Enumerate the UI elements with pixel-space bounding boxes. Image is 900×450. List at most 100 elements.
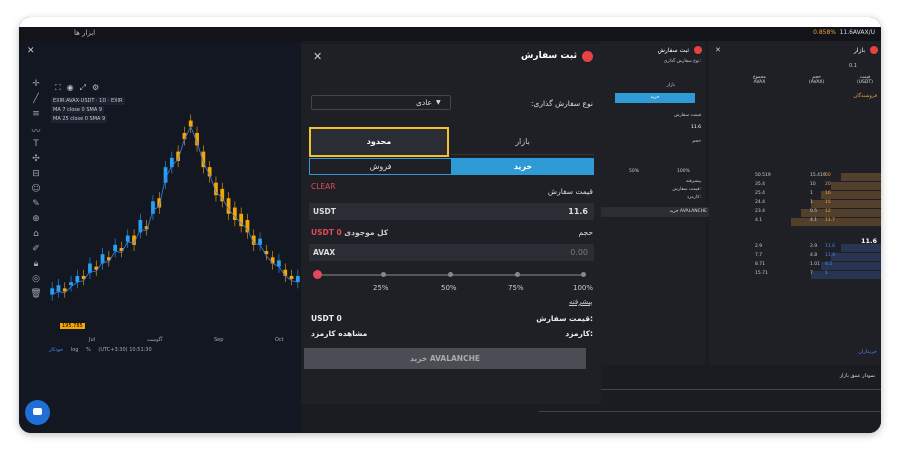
crosshair-icon[interactable]: ✛ bbox=[27, 79, 45, 94]
advanced-link[interactable]: پیشرفته bbox=[569, 298, 592, 306]
modal-title: ثبت سفارش bbox=[520, 51, 577, 61]
mid-advanced[interactable]: پیشرفته bbox=[686, 179, 701, 184]
tab-buy[interactable]: خرید bbox=[452, 158, 594, 175]
trash-icon[interactable]: 🗑︎ bbox=[27, 289, 45, 304]
price-input[interactable]: USDT 11.6 bbox=[309, 203, 594, 220]
ask-row[interactable]: 23.4 0.5 12 bbox=[715, 209, 881, 217]
book-cell: 35.4 bbox=[755, 182, 766, 187]
book-cell: 11.6 bbox=[825, 244, 836, 249]
slider-tick[interactable] bbox=[448, 272, 453, 277]
tab-limit[interactable]: محدود bbox=[309, 127, 449, 157]
slider-tick[interactable] bbox=[515, 272, 520, 277]
emoji-icon[interactable]: ☺ bbox=[27, 184, 45, 199]
bid-row[interactable]: 7.7 4.8 11.4 bbox=[715, 253, 881, 261]
clear-button[interactable]: CLEAR bbox=[311, 182, 336, 191]
order-type-select[interactable]: عادی ▼ bbox=[311, 95, 451, 110]
mid-pct: 100% bbox=[677, 169, 690, 174]
tab-market[interactable]: بازار bbox=[451, 129, 594, 155]
zoom-icon[interactable]: ⊕ bbox=[27, 214, 45, 229]
ruler-icon[interactable]: ⊟ bbox=[27, 169, 45, 184]
percent-scale-toggle[interactable]: % bbox=[86, 347, 91, 353]
eye-icon[interactable]: ◎ bbox=[27, 274, 45, 289]
ask-row[interactable]: 24.4 1 15 bbox=[715, 200, 881, 208]
log-scale-toggle[interactable]: log bbox=[71, 347, 79, 353]
bid-row[interactable]: 15.71 7 1 bbox=[715, 271, 881, 279]
book-cell: 15 bbox=[825, 200, 831, 205]
ask-row[interactable]: 35.4 10 20 bbox=[715, 182, 881, 190]
ask-row[interactable]: 4.1 4.1 11.7 bbox=[715, 218, 881, 226]
summary-label: قیمت سفارش: bbox=[536, 314, 593, 323]
magnet-icon[interactable]: ⌂ bbox=[27, 229, 45, 244]
book-cell: 15.419 bbox=[810, 173, 826, 178]
book-cell: 20 bbox=[825, 182, 831, 187]
close-icon[interactable]: ✕ bbox=[27, 46, 35, 56]
candle bbox=[245, 219, 250, 233]
mid-buy-button[interactable]: خرید AVALANCHE bbox=[601, 207, 711, 217]
tick-size[interactable]: 0.1 bbox=[849, 63, 857, 69]
auto-scale-toggle[interactable]: خودکار bbox=[49, 347, 63, 353]
mid-buy-tab[interactable]: خرید bbox=[615, 93, 695, 103]
col-volume: حجم (AVAX) bbox=[809, 75, 824, 85]
lock-draw-icon[interactable]: ✐ bbox=[27, 244, 45, 259]
ask-row[interactable]: 50.519 15.419 50 bbox=[715, 173, 881, 181]
legend-symbol: EXIR:AVAX-USDT · 1D · EXIR bbox=[51, 97, 125, 105]
app-window: ابزار ها 0.858% 11.6AVAX/U ✕ ⛶◉⤢⚙ ✛ ╱ ≡ … bbox=[19, 17, 881, 433]
legend-ma7: MA 7 close 0 SMA 9 bbox=[51, 106, 105, 114]
lock-icon[interactable]: 🔒︎ bbox=[27, 259, 45, 274]
order-type-label: نوع سفارش گذاری: bbox=[531, 99, 593, 108]
caret-down-icon: ▼ bbox=[436, 99, 441, 106]
slider-handle[interactable] bbox=[313, 270, 322, 279]
pair-price: 11.6AVAX/U bbox=[839, 29, 875, 36]
lines-icon[interactable]: ≡ bbox=[27, 109, 45, 124]
book-cell: 1.01 bbox=[810, 262, 821, 267]
slider-tick[interactable] bbox=[381, 272, 386, 277]
text-icon[interactable]: T bbox=[27, 139, 45, 154]
chart-status-row: خودکار log % (UTC+3:30) 10:51:30 bbox=[49, 347, 301, 353]
chat-icon[interactable] bbox=[25, 400, 50, 425]
ask-row[interactable]: 25.4 1 16 bbox=[715, 191, 881, 199]
candle bbox=[56, 285, 61, 292]
col-total: مجموع AVAX bbox=[753, 75, 766, 85]
slider-tick[interactable] bbox=[581, 272, 586, 277]
balance-label: کل موجودی USDT 0 bbox=[311, 228, 388, 237]
bid-row[interactable]: 2.9 2.9 11.6 bbox=[715, 244, 881, 252]
pencil-icon[interactable]: ✎ bbox=[27, 199, 45, 214]
buyers-label: خریداران bbox=[858, 349, 877, 355]
tools-menu[interactable]: ابزار ها bbox=[74, 29, 95, 37]
volume-value: 0.00 bbox=[570, 248, 588, 257]
date-axis: Jul آگوست Sep Oct bbox=[49, 337, 301, 347]
col-volume-unit: (AVAX) bbox=[809, 80, 825, 85]
depth-bar bbox=[841, 173, 881, 181]
buy-avalanche-button[interactable]: خرید AVALANCHE bbox=[304, 348, 586, 369]
bid-row[interactable]: 8.71 1.01 8.5 bbox=[715, 262, 881, 270]
close-icon[interactable]: ✕ bbox=[313, 50, 322, 63]
mid-title: ثبت سفارش bbox=[657, 47, 689, 54]
close-icon[interactable]: ✕ bbox=[715, 46, 721, 54]
depth-bar bbox=[811, 200, 881, 208]
amount-slider[interactable] bbox=[313, 270, 586, 279]
tab-sell[interactable]: فروش bbox=[309, 158, 452, 175]
date-label: Oct bbox=[275, 337, 284, 343]
candle bbox=[226, 198, 231, 214]
chart-panel: ✕ ⛶◉⤢⚙ ✛ ╱ ≡ 〰 T ✣ ⊟ ☺ ✎ ⊕ ⌂ ✐ 🔒︎ ◎ 🗑︎ E… bbox=[19, 41, 301, 433]
book-cell: 8.71 bbox=[755, 262, 766, 267]
pattern-icon[interactable]: ✣ bbox=[27, 154, 45, 169]
depth-bar bbox=[831, 253, 881, 261]
price-unit: USDT bbox=[313, 207, 336, 216]
mid-price-value: 11.6 bbox=[690, 125, 701, 130]
mid-summary: قیمت سفارش: bbox=[672, 187, 701, 192]
col-price-unit: (USDT) bbox=[857, 80, 873, 85]
legend-ma25: MA 25 close 0 SMA 9 bbox=[51, 115, 108, 123]
balance-label-text: کل موجودی bbox=[344, 228, 389, 237]
volume-input[interactable]: AVAX 0.00 bbox=[309, 244, 594, 261]
mid-market-tab[interactable]: بازار bbox=[667, 83, 675, 88]
depth-title: نمودار عمق بازار bbox=[839, 373, 875, 379]
fee-label: کارمزد: bbox=[565, 329, 593, 338]
fee-link[interactable]: مشاهده کارمزد bbox=[311, 329, 367, 338]
book-cell: 11.7 bbox=[825, 218, 836, 223]
brush-icon[interactable]: 〰 bbox=[27, 124, 45, 139]
candle bbox=[283, 269, 288, 276]
trendline-icon[interactable]: ╱ bbox=[27, 94, 45, 109]
change-percent: 0.858% bbox=[813, 29, 836, 36]
balance-value: USDT 0 bbox=[311, 228, 342, 237]
